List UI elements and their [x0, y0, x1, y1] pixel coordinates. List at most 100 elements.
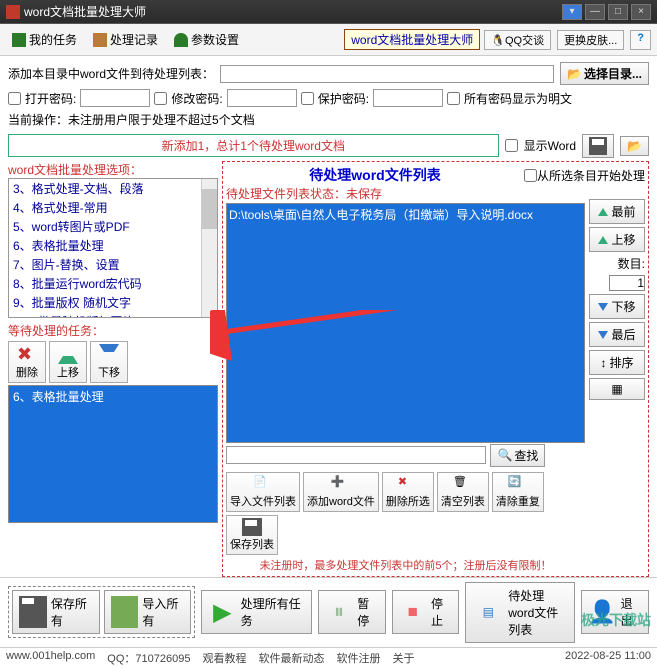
dir-input[interactable]	[220, 65, 554, 83]
task-item[interactable]: 6、表格批量处理	[13, 388, 213, 405]
list-item[interactable]: 4、格式处理-常用	[9, 198, 217, 217]
x-icon: ✖	[17, 344, 37, 364]
tray-button[interactable]: ▾	[562, 4, 582, 20]
task-delete-button[interactable]: ✖删除	[8, 341, 46, 383]
task-list[interactable]: 6、表格批量处理	[8, 385, 218, 523]
list-item[interactable]: 8、批量运行word宏代码	[9, 274, 217, 293]
unregistered-note: 未注册时，最多处理文件列表中的前5个；注册后没有限制！	[226, 557, 585, 573]
list-item[interactable]: 5、word转图片或PDF	[9, 217, 217, 236]
close-button[interactable]: ×	[631, 4, 651, 20]
sort-button[interactable]: ↕排序	[589, 350, 645, 375]
arrow-up-icon	[598, 236, 608, 244]
file-item[interactable]: D:\tools\桌面\自然人电子税务局（扣缴端）导入说明.docx	[229, 206, 582, 223]
save-icon	[589, 137, 607, 155]
save-icon-button[interactable]	[582, 134, 614, 158]
list-item[interactable]: 7、图片-替换、设置	[9, 255, 217, 274]
current-op-value: 未注册用户限于处理不超过5个文档	[68, 111, 255, 128]
show-word-check[interactable]	[505, 139, 518, 152]
search-button[interactable]: 🔍查找	[490, 444, 545, 467]
from-selected-check[interactable]	[524, 169, 537, 182]
options-list[interactable]: 3、格式处理-文档、段落 4、格式处理-常用 5、word转图片或PDF 6、表…	[8, 178, 218, 318]
exit-icon: 👤	[588, 596, 616, 628]
stop-icon: ⏹	[399, 596, 427, 628]
current-op-label: 当前操作：	[8, 111, 68, 128]
add-dir-label: 添加本目录中word文件到待处理列表：	[8, 65, 214, 82]
import-all-button[interactable]: 导入所有	[104, 590, 192, 634]
qq-chat-button[interactable]: 🐧QQ交谈	[484, 30, 551, 50]
process-all-button[interactable]: ▶处理所有任务	[201, 590, 312, 634]
list-icon: ▤	[472, 596, 504, 628]
clear-dup-button[interactable]: 🔄清除重复	[492, 472, 544, 512]
clear-icon: 🗑	[453, 475, 473, 493]
pending-title: 等待处理的任务：	[8, 322, 218, 339]
open-pwd-input[interactable]	[80, 89, 150, 107]
pause-button[interactable]: ⏸暂停	[318, 590, 386, 634]
stop-button[interactable]: ⏹停止	[392, 590, 460, 634]
move-up-button[interactable]: 上移	[589, 227, 645, 252]
pause-icon: ⏸	[325, 596, 353, 628]
task-down-button[interactable]: 下移	[90, 341, 128, 383]
app-icon	[6, 5, 20, 19]
window-title: word文档批量处理大师	[24, 3, 146, 20]
plain-pwd-label: 所有密码显示为明文	[464, 90, 572, 107]
filelist-title: 待处理word文件列表	[226, 165, 524, 185]
list-item[interactable]: 10、批量随机版权图片	[9, 312, 217, 318]
arrow-down-icon	[99, 344, 119, 364]
brand-label: word文档批量处理大师	[344, 29, 480, 50]
task-up-button[interactable]: 上移	[49, 341, 87, 383]
history-tab[interactable]: 处理记录	[87, 29, 164, 50]
arrow-down-icon	[598, 303, 608, 311]
maximize-button[interactable]: □	[608, 4, 628, 20]
list-item[interactable]: 9、批量版权 随机文字	[9, 293, 217, 312]
add-word-button[interactable]: ➕添加word文件	[303, 472, 379, 512]
file-list[interactable]: D:\tools\桌面\自然人电子税务局（扣缴端）导入说明.docx	[226, 203, 585, 443]
play-icon: ▶	[213, 598, 231, 627]
import-icon: 📄	[253, 475, 273, 493]
exit-button[interactable]: 👤退出	[581, 590, 649, 634]
open-pwd-check[interactable]	[8, 92, 21, 105]
show-word-label: 显示Word	[524, 137, 576, 154]
modify-pwd-check[interactable]	[154, 92, 167, 105]
open-pwd-label: 打开密码:	[25, 90, 76, 107]
plain-pwd-check[interactable]	[447, 92, 460, 105]
my-tasks-tab[interactable]: 我的任务	[6, 29, 83, 50]
clear-list-button[interactable]: 🗑清空列表	[437, 472, 489, 512]
move-down-button[interactable]: 下移	[589, 294, 645, 319]
delete-selected-button[interactable]: ✖删除所选	[382, 472, 434, 512]
move-top-button[interactable]: 最前	[589, 199, 645, 224]
add-icon: ➕	[331, 475, 351, 493]
import-list-button[interactable]: 📄导入文件列表	[226, 472, 300, 512]
open-icon-button[interactable]: 📂	[620, 136, 649, 156]
choose-dir-button[interactable]: 📂选择目录...	[560, 62, 649, 85]
search-icon: 🔍	[497, 448, 512, 462]
move-bottom-button[interactable]: 最后	[589, 322, 645, 347]
arrow-top-icon	[598, 208, 608, 216]
settings-tab[interactable]: 参数设置	[168, 29, 245, 50]
save-list-button[interactable]: 保存列表	[226, 515, 278, 555]
status-banner: 新添加1，总计1个待处理word文档	[8, 134, 499, 157]
list-item[interactable]: 6、表格批量处理	[9, 236, 217, 255]
delete-icon: ✖	[398, 475, 418, 493]
help-button[interactable]: ?	[630, 30, 651, 50]
minimize-button[interactable]: —	[585, 4, 605, 20]
options-scrollbar[interactable]	[201, 179, 217, 317]
modify-pwd-label: 修改密码:	[171, 90, 222, 107]
save-icon	[242, 518, 262, 536]
modify-pwd-input[interactable]	[227, 89, 297, 107]
grid-button[interactable]: ▦	[589, 378, 645, 400]
file-status-value: 未保存	[346, 187, 382, 201]
pending-list-button[interactable]: ▤待处理word文件列表	[465, 582, 575, 643]
dup-icon: 🔄	[508, 475, 528, 493]
search-input[interactable]	[226, 446, 486, 464]
save-all-button[interactable]: 保存所有	[12, 590, 100, 634]
protect-pwd-input[interactable]	[373, 89, 443, 107]
count-input[interactable]	[609, 275, 645, 291]
list-item[interactable]: 3、格式处理-文档、段落	[9, 179, 217, 198]
count-label: 数目:	[589, 255, 645, 272]
skin-button[interactable]: 更换皮肤...	[557, 30, 624, 50]
grid-icon: ▦	[611, 382, 622, 396]
protect-pwd-check[interactable]	[301, 92, 314, 105]
arrow-bottom-icon	[598, 331, 608, 339]
import-icon	[111, 596, 139, 628]
from-selected-label: 从所选条目开始处理	[537, 167, 645, 184]
